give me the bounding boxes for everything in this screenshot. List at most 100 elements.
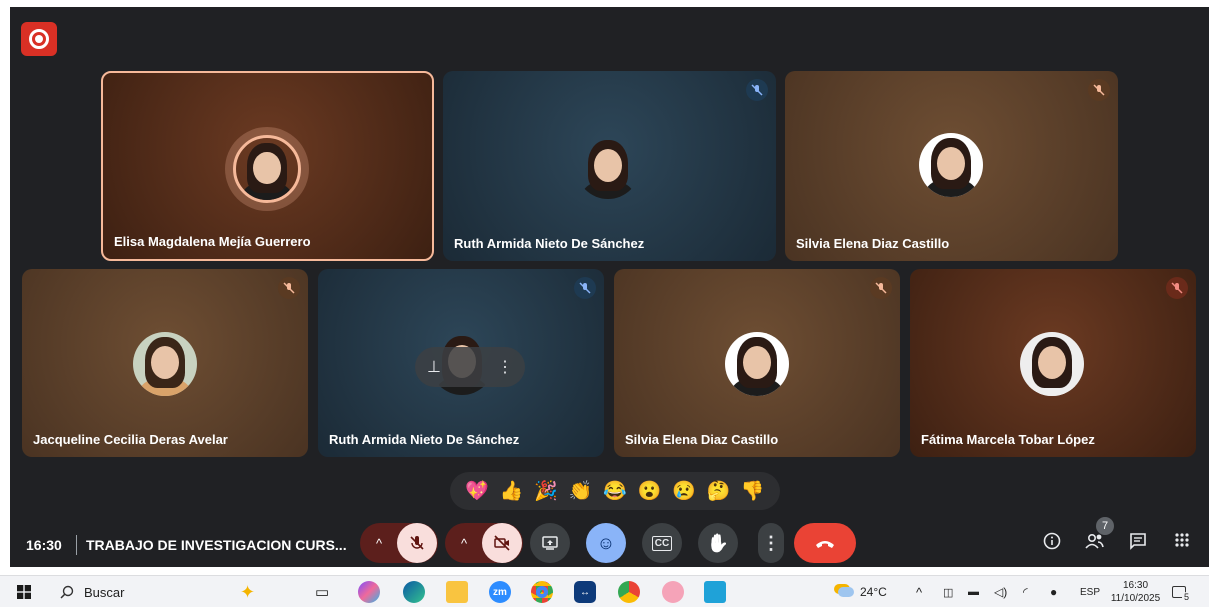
mic-off-icon	[410, 536, 424, 550]
temperature: 24°C	[860, 585, 887, 599]
top-white-strip	[0, 0, 1209, 7]
info-icon	[1043, 532, 1061, 550]
weather-widget[interactable]: 24°C	[838, 582, 887, 602]
taskbar-search[interactable]: Buscar	[60, 582, 124, 602]
hidden-icons-chevron[interactable]: ^	[916, 582, 922, 602]
activities-button[interactable]	[1170, 532, 1194, 553]
camera-control-group: ^	[445, 523, 523, 563]
participant-name: Ruth Armida Nieto De Sánchez	[454, 236, 645, 251]
battery-icon[interactable]: ▬	[968, 582, 979, 602]
participant-name: Ruth Armida Nieto De Sánchez	[329, 432, 520, 447]
pin-icon[interactable]: ⊥	[427, 357, 441, 377]
file-explorer-icon[interactable]	[446, 581, 468, 603]
copilot-sparkle-icon[interactable]: ✦	[240, 582, 255, 602]
chevron-up-icon: ^	[375, 535, 383, 551]
mic-off-icon	[1166, 277, 1188, 299]
notification-center[interactable]: 5	[1172, 582, 1192, 602]
participant-tile[interactable]: Ruth Armida Nieto De Sánchez	[443, 71, 776, 261]
present-icon	[542, 536, 558, 550]
meeting-details-button[interactable]	[1040, 532, 1064, 555]
participant-avatar	[725, 332, 789, 396]
captions-button[interactable]: CC	[642, 523, 682, 563]
clock-time: 16:30	[1122, 580, 1149, 591]
more-options-button[interactable]: ⋮	[758, 523, 784, 563]
mic-off-icon	[574, 277, 596, 299]
participant-tile[interactable]: Elisa Magdalena Mejía Guerrero	[101, 71, 434, 261]
microphone-toggle-button[interactable]	[397, 523, 437, 563]
reaction-surprised[interactable]: 😮	[638, 479, 662, 503]
chat-button[interactable]	[1126, 532, 1150, 555]
mic-off-icon	[870, 277, 892, 299]
chrome-icon[interactable]	[531, 581, 553, 603]
participant-avatar	[576, 135, 640, 199]
participant-avatar	[919, 133, 983, 197]
camera-toggle-button[interactable]	[482, 523, 522, 563]
zoom-app-icon[interactable]: zm	[489, 581, 511, 603]
participant-tile[interactable]: Fátima Marcela Tobar López	[910, 269, 1196, 457]
clock-date: 11/10/2025	[1110, 593, 1161, 604]
audio-options-button[interactable]: ^	[361, 523, 397, 563]
copilot-app-icon[interactable]	[358, 581, 380, 603]
participant-name: Fátima Marcela Tobar López	[921, 432, 1095, 447]
chat-icon	[1130, 533, 1146, 550]
participant-tile[interactable]: Silvia Elena Diaz Castillo	[785, 71, 1118, 261]
language-indicator[interactable]: ESP	[1080, 582, 1100, 602]
reaction-heart[interactable]: 💖	[465, 479, 489, 503]
chrome-profile-icon[interactable]	[618, 581, 640, 603]
hand-icon: ✋	[706, 532, 730, 553]
reaction-thinking[interactable]: 🤔	[706, 479, 730, 503]
remote-desktop-icon[interactable]	[704, 581, 726, 603]
windows-logo-icon	[17, 585, 31, 599]
outlook-tray-icon[interactable]: ◫	[943, 582, 953, 602]
reaction-thumbs-down[interactable]: 👎	[741, 479, 765, 503]
participant-avatar	[1020, 332, 1084, 396]
participant-name: Silvia Elena Diaz Castillo	[625, 432, 779, 447]
camera-off-icon	[494, 535, 510, 551]
people-button[interactable]	[1082, 532, 1106, 555]
more-options-icon[interactable]: ⋮	[497, 357, 513, 377]
participant-tile[interactable]: Silvia Elena Diaz Castillo	[614, 269, 900, 457]
mic-off-icon	[1088, 79, 1110, 101]
divider	[76, 535, 77, 555]
taskbar-clock[interactable]: 16:30 11/10/2025	[1108, 579, 1163, 605]
emoji-reactions-button[interactable]: ☺	[586, 523, 626, 563]
meeting-title: TRABAJO DE INVESTIGACION CURS...	[86, 537, 347, 553]
mic-control-group: ^	[360, 523, 438, 563]
reaction-party[interactable]: 🎉	[534, 479, 558, 503]
notification-count: 5	[1182, 592, 1192, 602]
call-controls-bar: 16:30 TRABAJO DE INVESTIGACION CURS... ^…	[10, 515, 1209, 567]
present-screen-button[interactable]	[530, 523, 570, 563]
meet-stage: Elisa Magdalena Mejía Guerrero Ruth Armi…	[10, 7, 1209, 567]
windows-taskbar: Buscar ✦ ▭ zm ↔ 24°C ^ ◫ ▬ ◁) ◜ ● ESP 16…	[0, 575, 1209, 607]
mic-off-icon	[746, 79, 768, 101]
leave-call-button[interactable]	[794, 523, 856, 563]
emoji-icon: ☺	[596, 532, 616, 553]
apps-grid-icon	[1175, 533, 1189, 547]
more-vert-icon: ⋮	[762, 532, 780, 553]
volume-icon[interactable]: ◁)	[994, 582, 1007, 602]
reaction-sad[interactable]: 😢	[672, 479, 696, 503]
reaction-laugh[interactable]: 😂	[603, 479, 627, 503]
raise-hand-button[interactable]: ✋	[698, 523, 738, 563]
hang-up-icon	[816, 541, 834, 548]
participant-tile[interactable]: Jacqueline Cecilia Deras Avelar	[22, 269, 308, 457]
video-options-button[interactable]: ^	[446, 523, 482, 563]
chevron-up-icon: ^	[460, 535, 468, 551]
reaction-thumbs-up[interactable]: 👍	[500, 479, 524, 503]
mic-off-icon	[278, 277, 300, 299]
wifi-icon[interactable]: ◜	[1023, 582, 1028, 602]
recording-indicator[interactable]	[21, 22, 57, 56]
participant-avatar	[133, 332, 197, 396]
task-view-button[interactable]: ▭	[315, 582, 329, 602]
teamviewer-icon[interactable]: ↔	[574, 581, 596, 603]
people-icon	[1085, 533, 1104, 549]
participant-name: Jacqueline Cecilia Deras Avelar	[33, 432, 228, 447]
start-button[interactable]	[17, 582, 31, 602]
participant-name: Elisa Magdalena Mejía Guerrero	[114, 234, 311, 249]
microphone-tray-icon[interactable]: ●	[1050, 582, 1057, 602]
reaction-clap[interactable]: 👏	[569, 479, 593, 503]
meeting-time: 16:30	[26, 537, 62, 553]
paint-app-icon[interactable]	[662, 581, 684, 603]
record-icon	[29, 29, 49, 49]
edge-browser-icon[interactable]	[403, 581, 425, 603]
